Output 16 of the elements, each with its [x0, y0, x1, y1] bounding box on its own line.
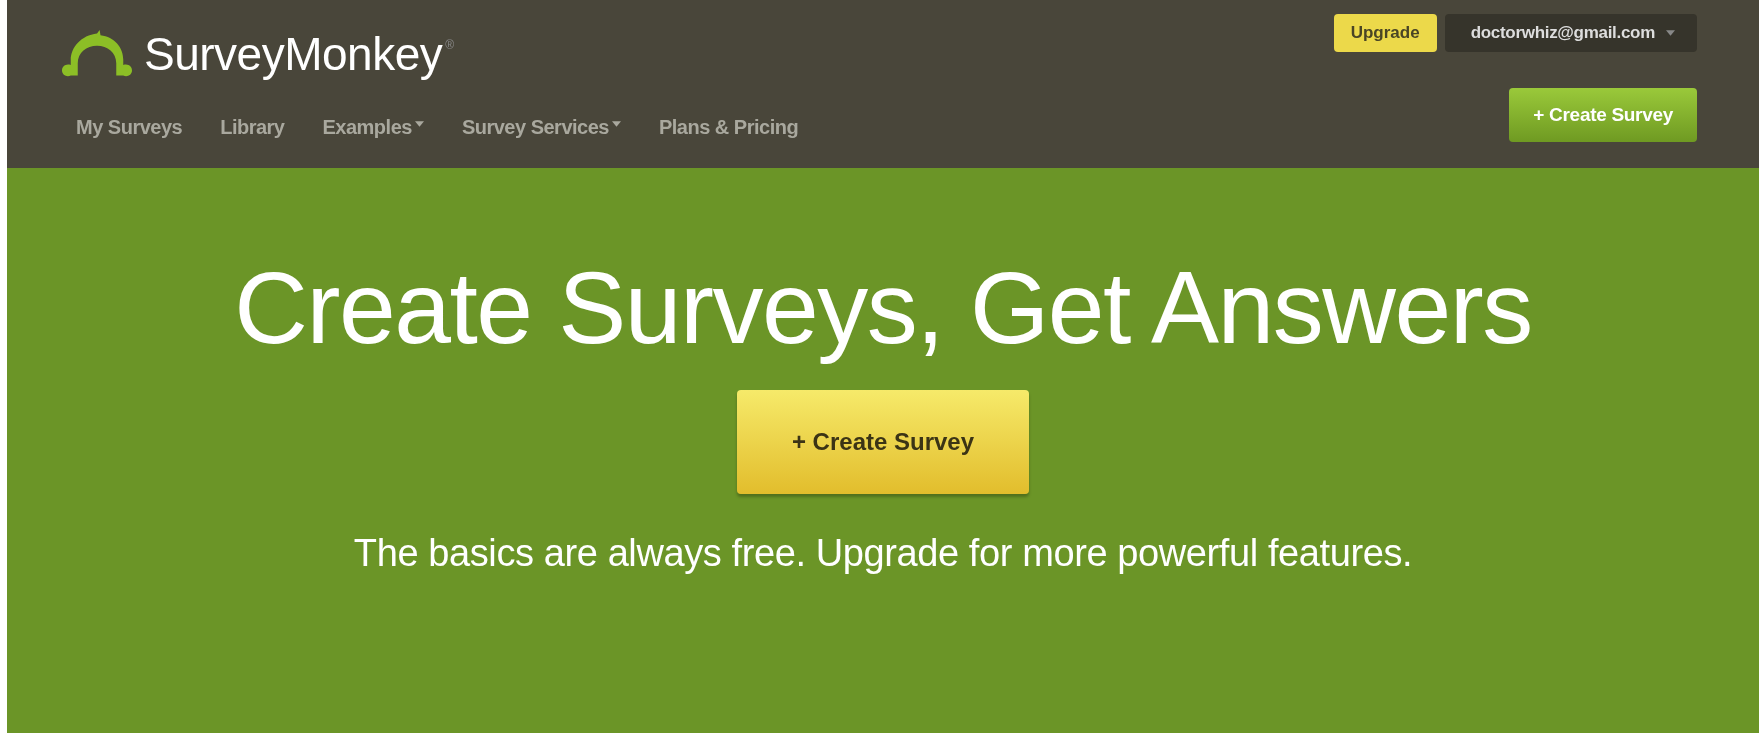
nav-link[interactable]: My Surveys — [76, 116, 183, 139]
nav-link[interactable]: Plans & Pricing — [658, 116, 799, 139]
registered-mark: ® — [445, 38, 455, 52]
logo-text[interactable]: SurveyMonkey — [144, 27, 443, 81]
caret-icon — [1666, 30, 1675, 36]
caret-icon — [611, 120, 621, 127]
hero-title: Create Surveys, Get Answers — [234, 252, 1532, 365]
caret-icon — [414, 120, 424, 127]
nav-link[interactable]: Examples — [322, 116, 424, 139]
create-survey-button[interactable]: + Create Survey — [1509, 88, 1697, 142]
nav-link[interactable]: Survey Services — [461, 116, 621, 139]
create-survey-button[interactable]: + Create Survey — [737, 390, 1029, 495]
account-menu[interactable]: doctorwhiz@gmail.com — [1444, 14, 1697, 52]
nav-link[interactable]: Library — [220, 116, 285, 139]
upgrade-button[interactable]: Upgrade — [1333, 14, 1437, 52]
hero-subtitle: The basics are always free. Upgrade for more powerful features. — [353, 532, 1413, 576]
